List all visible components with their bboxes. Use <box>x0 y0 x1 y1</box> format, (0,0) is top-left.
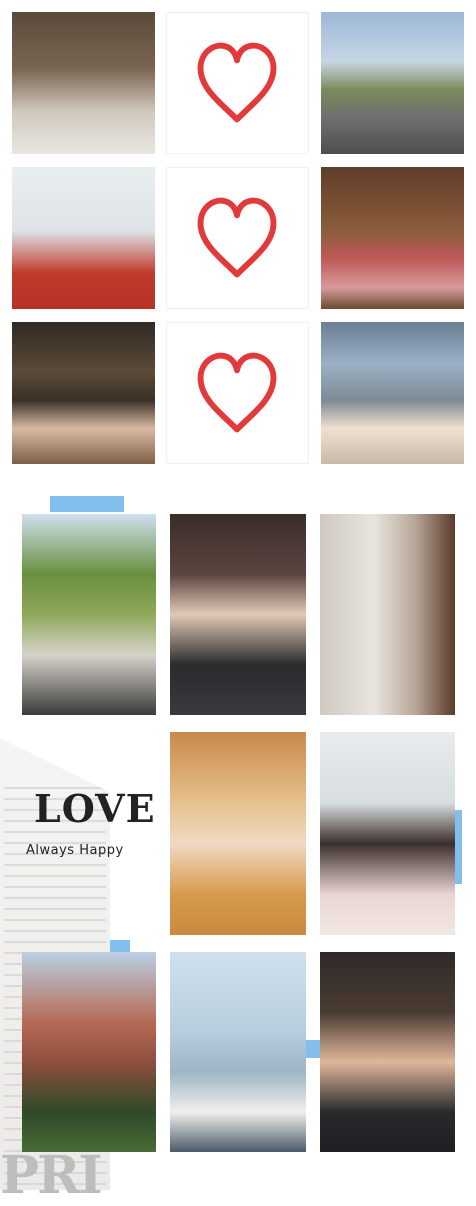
heart-tile-2 <box>166 167 309 309</box>
photo-woman-lakeside <box>170 952 306 1152</box>
photo-woman-with-hat <box>321 167 464 309</box>
photo-woman-selfie <box>170 514 306 715</box>
photo-woman-sitting-park <box>22 514 156 715</box>
photo-woman-antlers <box>170 732 306 935</box>
photo-woman-with-flowers <box>12 322 155 464</box>
photo-woman-at-laptop <box>12 12 155 154</box>
love-subtitle: Always Happy <box>26 843 124 858</box>
heart-icon <box>197 352 277 433</box>
photo-man-in-suit <box>320 952 455 1152</box>
heart-tile-1 <box>166 12 309 154</box>
heart-icon <box>197 197 277 278</box>
photo-woman-red-building <box>22 952 156 1152</box>
photo-woman-sitting-on-road <box>321 12 464 154</box>
decorative-big-letters: PRI <box>0 1145 103 1206</box>
photo-woman-in-snow <box>12 167 155 309</box>
photo-woman-glasses-earphones <box>320 732 455 935</box>
blue-tape-accent <box>50 496 124 512</box>
photo-woman-city-view <box>321 322 464 464</box>
heart-icon <box>197 42 277 123</box>
love-title: LOVE <box>34 786 156 831</box>
heart-tile-3 <box>166 322 309 464</box>
photo-woman-bookstore <box>320 514 455 715</box>
